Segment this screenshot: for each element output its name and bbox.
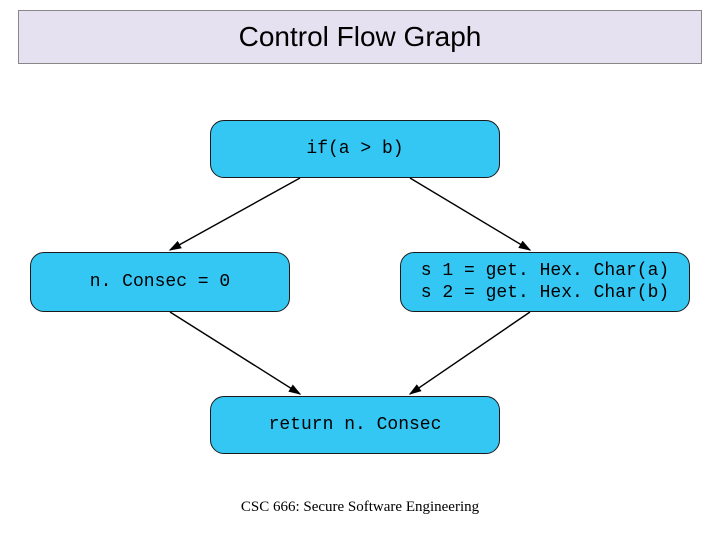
edge-condition-to-left bbox=[170, 178, 300, 250]
edge-right-to-return bbox=[410, 312, 530, 394]
edge-left-to-return bbox=[170, 312, 300, 394]
node-true-branch: s 1 = get. Hex. Char(a) s 2 = get. Hex. … bbox=[400, 252, 690, 312]
edge-condition-to-right bbox=[410, 178, 530, 250]
footer-text: CSC 666: Secure Software Engineering bbox=[0, 499, 720, 516]
page-title: Control Flow Graph bbox=[239, 21, 482, 53]
title-bar: Control Flow Graph bbox=[18, 10, 702, 64]
node-condition: if(a > b) bbox=[210, 120, 500, 178]
node-return: return n. Consec bbox=[210, 396, 500, 454]
node-false-branch: n. Consec = 0 bbox=[30, 252, 290, 312]
